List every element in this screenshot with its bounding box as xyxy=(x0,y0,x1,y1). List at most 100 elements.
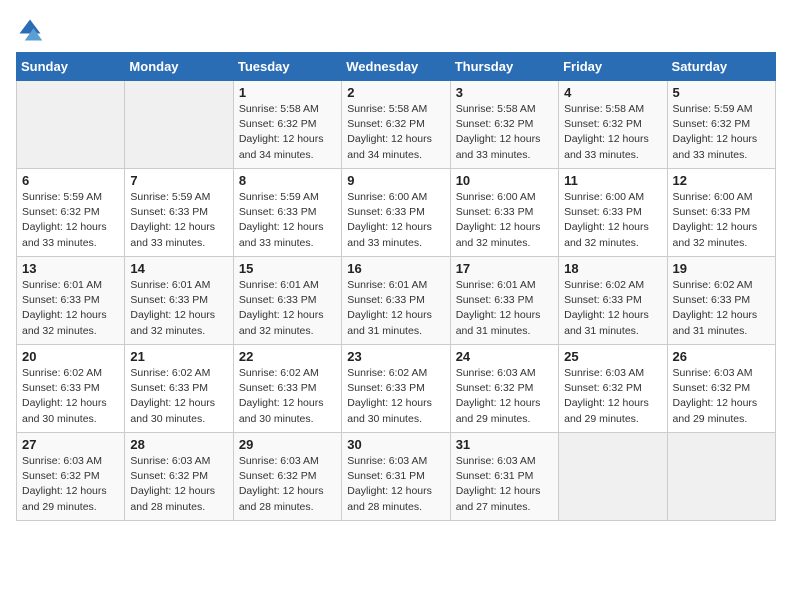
calendar-cell: 4 Sunrise: 5:58 AM Sunset: 6:32 PM Daylig… xyxy=(559,81,667,169)
calendar-cell: 15 Sunrise: 6:01 AM Sunset: 6:33 PM Dayli… xyxy=(233,257,341,345)
day-info: Sunrise: 6:00 AM Sunset: 6:33 PM Dayligh… xyxy=(456,190,553,251)
calendar-cell: 22 Sunrise: 6:02 AM Sunset: 6:33 PM Dayli… xyxy=(233,345,341,433)
calendar-cell: 3 Sunrise: 5:58 AM Sunset: 6:32 PM Daylig… xyxy=(450,81,558,169)
calendar-cell: 27 Sunrise: 6:03 AM Sunset: 6:32 PM Dayli… xyxy=(17,433,125,521)
day-number: 8 xyxy=(239,173,336,188)
day-number: 29 xyxy=(239,437,336,452)
day-number: 17 xyxy=(456,261,553,276)
day-info: Sunrise: 6:03 AM Sunset: 6:32 PM Dayligh… xyxy=(564,366,661,427)
day-info: Sunrise: 5:58 AM Sunset: 6:32 PM Dayligh… xyxy=(564,102,661,163)
calendar-cell: 30 Sunrise: 6:03 AM Sunset: 6:31 PM Dayli… xyxy=(342,433,450,521)
day-number: 10 xyxy=(456,173,553,188)
calendar-cell: 20 Sunrise: 6:02 AM Sunset: 6:33 PM Dayli… xyxy=(17,345,125,433)
calendar-cell: 12 Sunrise: 6:00 AM Sunset: 6:33 PM Dayli… xyxy=(667,169,775,257)
calendar-cell: 28 Sunrise: 6:03 AM Sunset: 6:32 PM Dayli… xyxy=(125,433,233,521)
day-info: Sunrise: 6:01 AM Sunset: 6:33 PM Dayligh… xyxy=(239,278,336,339)
day-info: Sunrise: 6:03 AM Sunset: 6:32 PM Dayligh… xyxy=(130,454,227,515)
day-number: 28 xyxy=(130,437,227,452)
day-info: Sunrise: 6:01 AM Sunset: 6:33 PM Dayligh… xyxy=(22,278,119,339)
day-info: Sunrise: 6:00 AM Sunset: 6:33 PM Dayligh… xyxy=(673,190,770,251)
day-number: 25 xyxy=(564,349,661,364)
day-info: Sunrise: 6:02 AM Sunset: 6:33 PM Dayligh… xyxy=(564,278,661,339)
day-number: 2 xyxy=(347,85,444,100)
day-info: Sunrise: 5:59 AM Sunset: 6:32 PM Dayligh… xyxy=(22,190,119,251)
calendar-cell: 13 Sunrise: 6:01 AM Sunset: 6:33 PM Dayli… xyxy=(17,257,125,345)
calendar-cell: 29 Sunrise: 6:03 AM Sunset: 6:32 PM Dayli… xyxy=(233,433,341,521)
day-number: 14 xyxy=(130,261,227,276)
day-number: 1 xyxy=(239,85,336,100)
day-number: 16 xyxy=(347,261,444,276)
day-number: 19 xyxy=(673,261,770,276)
calendar-cell: 9 Sunrise: 6:00 AM Sunset: 6:33 PM Daylig… xyxy=(342,169,450,257)
day-info: Sunrise: 6:00 AM Sunset: 6:33 PM Dayligh… xyxy=(564,190,661,251)
calendar-cell xyxy=(667,433,775,521)
weekday-header-monday: Monday xyxy=(125,53,233,81)
weekday-header-thursday: Thursday xyxy=(450,53,558,81)
day-number: 15 xyxy=(239,261,336,276)
day-info: Sunrise: 5:59 AM Sunset: 6:33 PM Dayligh… xyxy=(239,190,336,251)
day-number: 22 xyxy=(239,349,336,364)
day-info: Sunrise: 6:02 AM Sunset: 6:33 PM Dayligh… xyxy=(22,366,119,427)
calendar-cell: 7Sunrise: 5:59 AM Sunset: 6:33 PM Daylig… xyxy=(125,169,233,257)
day-info: Sunrise: 6:03 AM Sunset: 6:32 PM Dayligh… xyxy=(673,366,770,427)
day-info: Sunrise: 5:58 AM Sunset: 6:32 PM Dayligh… xyxy=(456,102,553,163)
calendar-cell: 17Sunrise: 6:01 AM Sunset: 6:33 PM Dayli… xyxy=(450,257,558,345)
day-number: 23 xyxy=(347,349,444,364)
day-info: Sunrise: 6:03 AM Sunset: 6:31 PM Dayligh… xyxy=(347,454,444,515)
day-info: Sunrise: 6:02 AM Sunset: 6:33 PM Dayligh… xyxy=(673,278,770,339)
calendar-cell: 19 Sunrise: 6:02 AM Sunset: 6:33 PM Dayli… xyxy=(667,257,775,345)
weekday-header-friday: Friday xyxy=(559,53,667,81)
calendar-cell xyxy=(559,433,667,521)
calendar-cell: 1 Sunrise: 5:58 AM Sunset: 6:32 PM Daylig… xyxy=(233,81,341,169)
calendar-cell: 31Sunrise: 6:03 AM Sunset: 6:31 PM Dayli… xyxy=(450,433,558,521)
day-number: 4 xyxy=(564,85,661,100)
day-number: 18 xyxy=(564,261,661,276)
calendar-cell: 5 Sunrise: 5:59 AM Sunset: 6:32 PM Daylig… xyxy=(667,81,775,169)
calendar-cell: 23 Sunrise: 6:02 AM Sunset: 6:33 PM Dayli… xyxy=(342,345,450,433)
calendar-cell: 25 Sunrise: 6:03 AM Sunset: 6:32 PM Dayli… xyxy=(559,345,667,433)
calendar-cell: 11 Sunrise: 6:00 AM Sunset: 6:33 PM Dayli… xyxy=(559,169,667,257)
day-number: 20 xyxy=(22,349,119,364)
weekday-header-tuesday: Tuesday xyxy=(233,53,341,81)
day-number: 31 xyxy=(456,437,553,452)
day-number: 24 xyxy=(456,349,553,364)
calendar-cell: 10 Sunrise: 6:00 AM Sunset: 6:33 PM Dayli… xyxy=(450,169,558,257)
day-number: 27 xyxy=(22,437,119,452)
day-info: Sunrise: 6:02 AM Sunset: 6:33 PM Dayligh… xyxy=(347,366,444,427)
day-number: 21 xyxy=(130,349,227,364)
calendar-cell: 26 Sunrise: 6:03 AM Sunset: 6:32 PM Dayli… xyxy=(667,345,775,433)
day-number: 12 xyxy=(673,173,770,188)
day-number: 11 xyxy=(564,173,661,188)
day-info: Sunrise: 5:58 AM Sunset: 6:32 PM Dayligh… xyxy=(347,102,444,163)
day-number: 5 xyxy=(673,85,770,100)
day-info: Sunrise: 5:59 AM Sunset: 6:32 PM Dayligh… xyxy=(673,102,770,163)
calendar-cell: 8 Sunrise: 5:59 AM Sunset: 6:33 PM Daylig… xyxy=(233,169,341,257)
weekday-header-sunday: Sunday xyxy=(17,53,125,81)
calendar-cell: 14 Sunrise: 6:01 AM Sunset: 6:33 PM Dayli… xyxy=(125,257,233,345)
day-number: 6 xyxy=(22,173,119,188)
day-info: Sunrise: 6:01 AM Sunset: 6:33 PM Dayligh… xyxy=(130,278,227,339)
day-info: Sunrise: 6:00 AM Sunset: 6:33 PM Dayligh… xyxy=(347,190,444,251)
day-number: 13 xyxy=(22,261,119,276)
day-info: Sunrise: 5:58 AM Sunset: 6:32 PM Dayligh… xyxy=(239,102,336,163)
calendar-cell: 18 Sunrise: 6:02 AM Sunset: 6:33 PM Dayli… xyxy=(559,257,667,345)
logo xyxy=(16,16,48,44)
calendar-cell: 21 Sunrise: 6:02 AM Sunset: 6:33 PM Dayli… xyxy=(125,345,233,433)
page-header xyxy=(16,16,776,44)
day-info: Sunrise: 6:03 AM Sunset: 6:32 PM Dayligh… xyxy=(22,454,119,515)
day-info: Sunrise: 6:01 AM Sunset: 6:33 PM Dayligh… xyxy=(347,278,444,339)
day-number: 7 xyxy=(130,173,227,188)
calendar-cell xyxy=(125,81,233,169)
day-info: Sunrise: 6:03 AM Sunset: 6:32 PM Dayligh… xyxy=(239,454,336,515)
day-info: Sunrise: 6:02 AM Sunset: 6:33 PM Dayligh… xyxy=(130,366,227,427)
day-number: 9 xyxy=(347,173,444,188)
calendar-cell: 6 Sunrise: 5:59 AM Sunset: 6:32 PM Daylig… xyxy=(17,169,125,257)
weekday-header-saturday: Saturday xyxy=(667,53,775,81)
weekday-header-wednesday: Wednesday xyxy=(342,53,450,81)
day-info: Sunrise: 6:02 AM Sunset: 6:33 PM Dayligh… xyxy=(239,366,336,427)
day-number: 3 xyxy=(456,85,553,100)
day-number: 26 xyxy=(673,349,770,364)
calendar-cell xyxy=(17,81,125,169)
day-number: 30 xyxy=(347,437,444,452)
logo-icon xyxy=(16,16,44,44)
